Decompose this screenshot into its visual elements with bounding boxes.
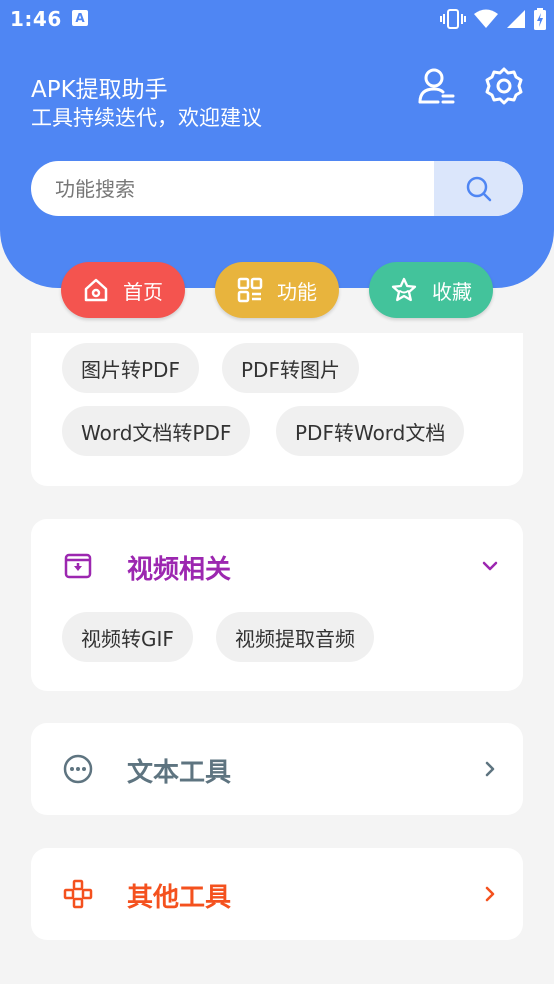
app-title: APK提取助手 <box>31 77 168 103</box>
user-icon[interactable] <box>416 66 456 106</box>
star-icon <box>391 277 417 302</box>
settings-gear-icon[interactable] <box>484 66 524 106</box>
chip-video-to-gif[interactable]: 视频转GIF <box>62 612 193 662</box>
chip-word-to-pdf[interactable]: Word文档转PDF <box>62 406 251 456</box>
search-input[interactable] <box>31 161 434 216</box>
grid-icon <box>237 277 263 303</box>
video-archive-icon[interactable] <box>62 549 94 581</box>
document-tools-card: 图片转PDF PDF转图片 Word文档转PDF PDF转Word文档 <box>31 333 523 486</box>
video-card-title[interactable]: 视频相关 <box>127 549 231 586</box>
notification-icon: A <box>72 10 88 26</box>
tab-home[interactable]: 首页 <box>61 262 185 318</box>
text-tools-card[interactable]: 文本工具 <box>31 723 523 815</box>
chip-pdf-to-image[interactable]: PDF转图片 <box>222 343 359 393</box>
search-icon <box>466 176 491 201</box>
status-icons <box>440 8 546 30</box>
signal-icon <box>507 10 525 28</box>
app-subtitle: 工具持续迭代，欢迎建议 <box>31 106 262 130</box>
other-card-title: 其他工具 <box>127 883 232 913</box>
vibrate-icon <box>440 9 466 29</box>
more-dots-icon <box>63 754 93 784</box>
status-bar: 1:46 A <box>0 0 554 40</box>
chevron-down-icon[interactable] <box>479 555 501 577</box>
tab-home-label: 首页 <box>123 279 163 304</box>
search-button[interactable] <box>434 161 523 216</box>
search-bar <box>31 161 523 216</box>
chevron-right-icon <box>485 886 495 902</box>
wifi-icon <box>474 9 498 28</box>
tab-favorites-label: 收藏 <box>432 279 472 304</box>
status-time: 1:46 <box>10 7 62 31</box>
chip-video-extract-audio[interactable]: 视频提取音频 <box>216 612 374 662</box>
text-card-title: 文本工具 <box>127 758 232 788</box>
battery-icon <box>534 8 546 30</box>
header-banner <box>0 0 554 288</box>
chip-image-to-pdf[interactable]: 图片转PDF <box>62 343 199 393</box>
tab-functions-label: 功能 <box>277 279 317 304</box>
chip-pdf-to-word[interactable]: PDF转Word文档 <box>276 406 465 456</box>
tab-functions[interactable]: 功能 <box>215 262 339 318</box>
home-icon <box>84 278 108 302</box>
chevron-right-icon <box>485 761 495 777</box>
other-tools-card[interactable]: 其他工具 <box>31 848 523 940</box>
gamepad-icon <box>63 879 93 909</box>
tab-favorites[interactable]: 收藏 <box>369 262 493 318</box>
video-tools-card: 视频相关 视频转GIF 视频提取音频 <box>31 519 523 691</box>
